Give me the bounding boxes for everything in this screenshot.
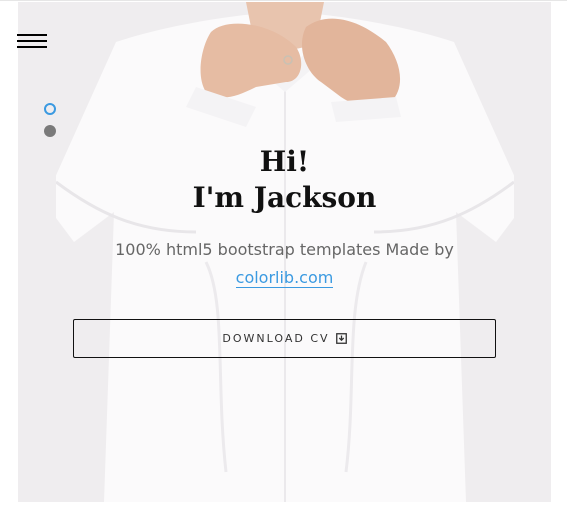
heading-name: I'm Jackson [192, 181, 377, 214]
slider-dot-active[interactable] [44, 103, 56, 115]
slider-dots [44, 103, 56, 147]
colorlib-link[interactable]: colorlib.com [235, 268, 334, 288]
menu-bar [17, 40, 47, 42]
hamburger-menu-icon[interactable] [17, 34, 47, 50]
menu-bar [17, 46, 47, 48]
hero-subtitle: 100% html5 bootstrap templates Made by c… [18, 236, 551, 292]
download-icon [335, 333, 347, 344]
heading-greeting: Hi! [259, 145, 310, 178]
page-frame: Hi! I'm Jackson 100% html5 bootstrap tem… [0, 0, 567, 529]
hero-heading: Hi! I'm Jackson [18, 144, 551, 216]
slider-dot[interactable] [44, 125, 56, 137]
download-cv-label: DOWNLOAD CV [222, 332, 330, 345]
subtitle-text: 100% html5 bootstrap templates Made by [115, 240, 454, 259]
menu-bar [17, 34, 47, 36]
download-cv-button[interactable]: DOWNLOAD CV [73, 319, 496, 358]
